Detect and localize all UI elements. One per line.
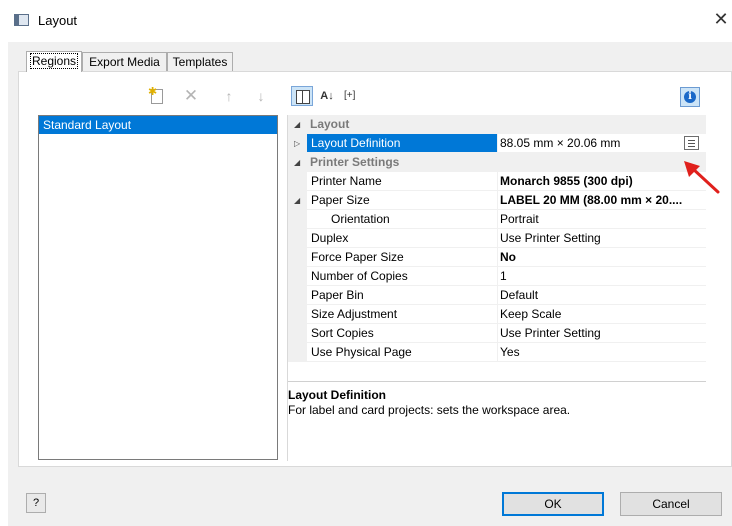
property-name: Paper Bin <box>307 286 498 305</box>
sort-alphabetical-icon[interactable]: A↓ <box>317 86 337 106</box>
edit-layout-definition-icon[interactable] <box>684 136 699 150</box>
property-description-panel: Layout Definition For label and card pro… <box>288 381 706 461</box>
expand-all-icon[interactable]: [+] <box>344 86 368 106</box>
property-name: Printer Name <box>307 172 498 191</box>
property-value[interactable]: Yes <box>498 343 706 362</box>
cancel-button[interactable]: Cancel <box>620 492 722 516</box>
collapse-icon[interactable]: ◢ <box>294 191 300 210</box>
property-row-printer-name[interactable]: Printer Name Monarch 9855 (300 dpi) <box>288 172 706 191</box>
property-row-paper-bin[interactable]: Paper Bin Default <box>288 286 706 305</box>
move-down-icon[interactable]: ↓ <box>252 88 270 104</box>
ok-button[interactable]: OK <box>502 492 604 516</box>
property-value[interactable]: Default <box>498 286 706 305</box>
move-up-icon[interactable]: ↑ <box>220 88 238 104</box>
property-value[interactable]: No <box>498 248 706 267</box>
annotation-arrow-icon <box>684 161 720 194</box>
tab-export-media[interactable]: Export Media <box>82 52 167 72</box>
property-row-layout-definition[interactable]: ▷ Layout Definition 88.05 mm × 20.06 mm <box>288 134 706 153</box>
property-row-paper-size[interactable]: ◢ Paper Size LABEL 20 MM (88.00 mm × 20.… <box>288 191 706 210</box>
property-value[interactable]: Use Printer Setting <box>498 229 706 248</box>
property-name: Force Paper Size <box>307 248 498 267</box>
property-name: Number of Copies <box>307 267 498 286</box>
tab-templates[interactable]: Templates <box>167 52 233 72</box>
property-row-use-physical-page[interactable]: Use Physical Page Yes <box>288 343 706 362</box>
property-value[interactable]: LABEL 20 MM (88.00 mm × 20.... <box>498 191 706 210</box>
expand-icon[interactable]: ▷ <box>294 134 300 153</box>
title-bar: Layout ✕ <box>0 0 732 42</box>
property-value[interactable]: Use Printer Setting <box>498 324 706 343</box>
window-title: Layout <box>38 13 78 28</box>
property-row-duplex[interactable]: Duplex Use Printer Setting <box>288 229 706 248</box>
info-icon[interactable]: i <box>680 87 700 107</box>
description-text: For label and card projects: sets the wo… <box>288 403 571 417</box>
property-name: Duplex <box>307 229 498 248</box>
property-grid: ◢ Layout ▷ Layout Definition 88.05 mm × … <box>288 115 706 380</box>
category-label: Layout <box>310 117 350 131</box>
tab-regions-label: Regions <box>29 53 79 69</box>
collapse-icon[interactable]: ◢ <box>294 115 300 134</box>
property-row-orientation[interactable]: Orientation Portrait <box>288 210 706 229</box>
info-icon-glyph: i <box>684 91 696 103</box>
category-layout[interactable]: ◢ Layout <box>288 115 706 134</box>
delete-region-icon[interactable]: ✕ <box>182 87 200 104</box>
new-region-icon[interactable]: ✱ <box>148 86 166 104</box>
regions-list[interactable]: Standard Layout <box>38 115 278 460</box>
property-row-number-of-copies[interactable]: Number of Copies 1 <box>288 267 706 286</box>
help-icon[interactable]: ? <box>26 493 46 513</box>
property-value[interactable]: 1 <box>498 267 706 286</box>
property-name: Use Physical Page <box>307 343 498 362</box>
property-name: Layout Definition <box>307 134 498 153</box>
property-name: Sort Copies <box>307 324 498 343</box>
property-value[interactable]: Monarch 9855 (300 dpi) <box>498 172 706 191</box>
region-item-standard-layout[interactable]: Standard Layout <box>39 116 277 134</box>
close-icon[interactable]: ✕ <box>712 9 730 29</box>
category-label: Printer Settings <box>310 155 400 169</box>
window-icon <box>14 14 29 26</box>
tab-regions[interactable]: Regions <box>26 51 82 72</box>
description-title: Layout Definition <box>288 388 386 402</box>
category-printer-settings[interactable]: ◢ Printer Settings <box>288 153 706 172</box>
property-value[interactable]: Keep Scale <box>498 305 706 324</box>
property-row-sort-copies[interactable]: Sort Copies Use Printer Setting <box>288 324 706 343</box>
property-row-force-paper-size[interactable]: Force Paper Size No <box>288 248 706 267</box>
property-value[interactable]: Portrait <box>498 210 706 229</box>
property-row-size-adjustment[interactable]: Size Adjustment Keep Scale <box>288 305 706 324</box>
property-value[interactable]: 88.05 mm × 20.06 mm <box>498 134 706 153</box>
property-name: Paper Size <box>307 191 498 210</box>
collapse-icon[interactable]: ◢ <box>294 153 300 172</box>
categorized-view-icon[interactable] <box>291 86 313 106</box>
property-name: Orientation <box>307 210 498 229</box>
property-name: Size Adjustment <box>307 305 498 324</box>
